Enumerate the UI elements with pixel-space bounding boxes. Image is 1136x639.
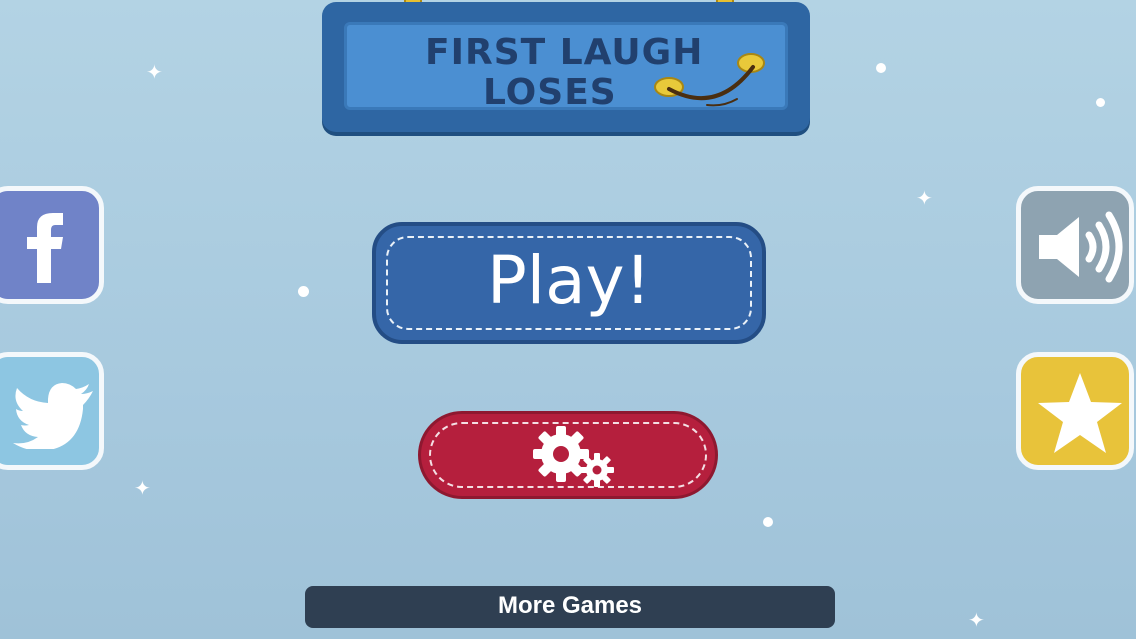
star-icon <box>1038 373 1122 453</box>
sparkle-dot <box>1096 98 1105 107</box>
more-games-label: More Games <box>497 592 643 619</box>
facebook-icon <box>27 213 63 283</box>
play-label: Play! <box>486 242 652 319</box>
sparkle-icon: ✦ <box>968 608 985 632</box>
sparkle-icon: ✦ <box>134 476 151 500</box>
sparkle-dot <box>763 517 773 527</box>
twitter-button[interactable] <box>0 352 104 470</box>
more-games-button[interactable]: More Games <box>305 586 835 628</box>
sparkle-dot <box>876 63 886 73</box>
sparkle-dot <box>298 286 309 297</box>
sparkle-icon: ✦ <box>916 186 933 210</box>
game-logo: FIRST LAUGH LOSES <box>322 2 810 132</box>
speaker-icon <box>1039 211 1123 283</box>
settings-button[interactable] <box>418 411 718 499</box>
facebook-button[interactable] <box>0 186 104 304</box>
sparkle-icon: ✦ <box>146 60 163 84</box>
title-panel: FIRST LAUGH LOSES <box>344 22 788 113</box>
sound-button[interactable] <box>1016 186 1134 304</box>
smile-icon <box>654 53 765 107</box>
rate-button[interactable] <box>1016 352 1134 470</box>
gears-icon <box>533 426 614 487</box>
twitter-icon <box>13 383 93 449</box>
title-line-2: LOSES <box>483 72 617 113</box>
play-button[interactable]: Play! <box>372 222 766 344</box>
